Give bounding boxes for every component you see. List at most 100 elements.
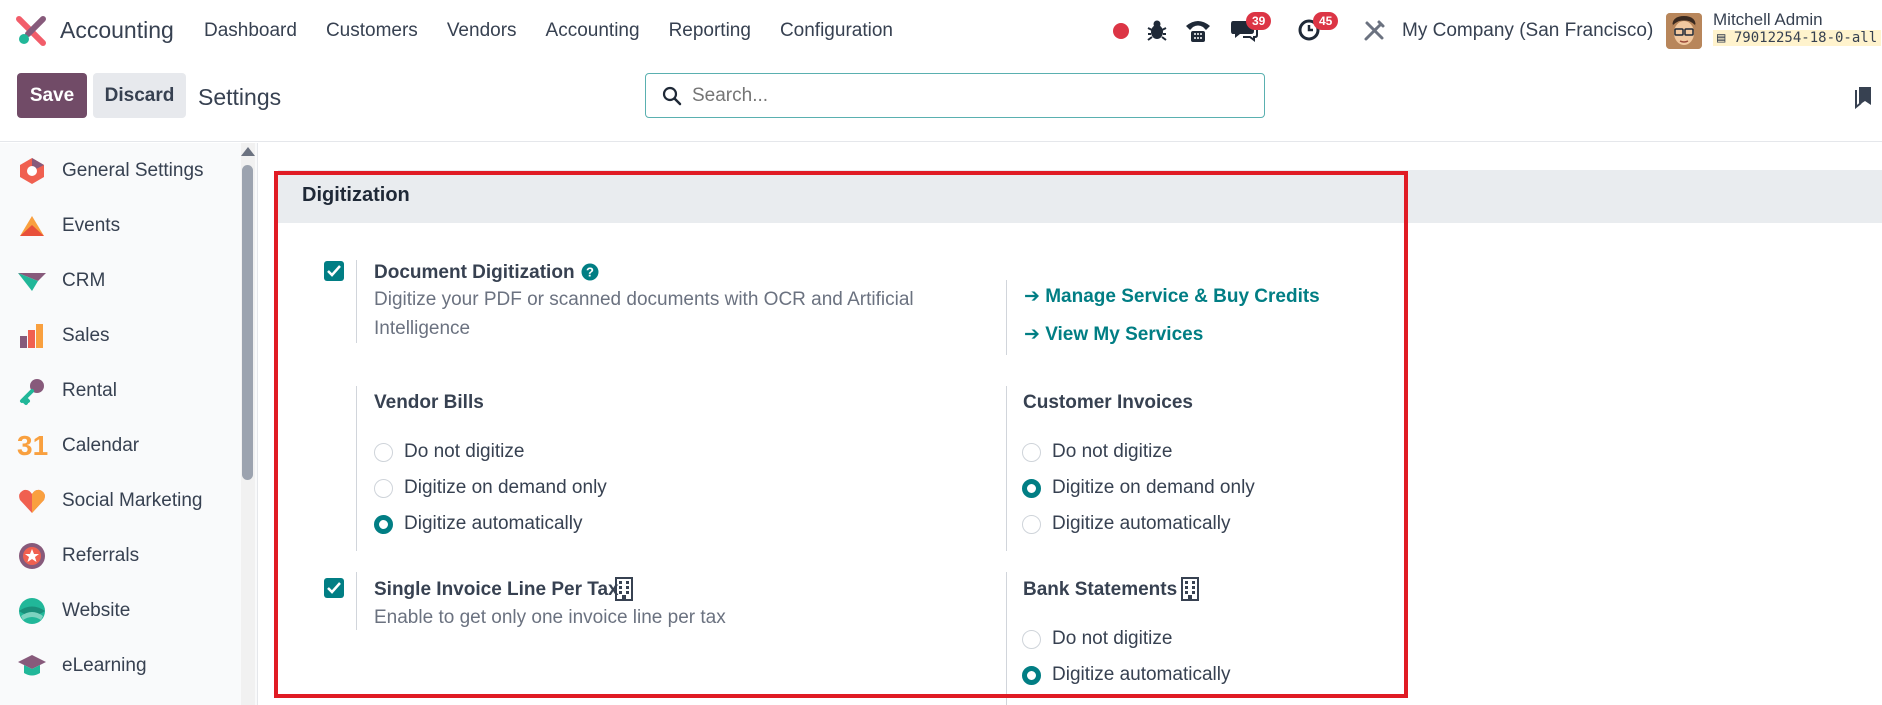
sidebar-item-social-marketing[interactable]: Social Marketing bbox=[0, 481, 240, 521]
radio-button[interactable] bbox=[1022, 514, 1041, 534]
scrollbar-thumb[interactable] bbox=[242, 165, 253, 480]
sidebar-item-elearning[interactable]: eLearning bbox=[0, 646, 240, 686]
events-icon bbox=[20, 216, 44, 236]
sidebar-label: Calendar bbox=[62, 435, 140, 456]
bank-statements-option[interactable]: Digitize automatically bbox=[1022, 662, 1230, 688]
recording-icon[interactable] bbox=[1112, 22, 1130, 40]
sidebar-item-referrals[interactable]: Referrals bbox=[0, 536, 240, 576]
sidebar-label: Referrals bbox=[62, 545, 140, 566]
menu-vendors[interactable]: Vendors bbox=[447, 20, 517, 42]
discard-button[interactable]: Discard bbox=[93, 73, 186, 118]
sidebar-item-calendar[interactable]: 31 Calendar bbox=[0, 426, 240, 466]
sidebar-item-crm[interactable]: CRM bbox=[0, 261, 240, 301]
radio-button-selected[interactable] bbox=[374, 514, 393, 534]
menu-customers[interactable]: Customers bbox=[326, 20, 418, 42]
document-digitization-checkbox[interactable] bbox=[324, 261, 344, 281]
manage-service-label: Manage Service & Buy Credits bbox=[1045, 286, 1320, 307]
search-input[interactable] bbox=[692, 84, 1232, 107]
menu-accounting[interactable]: Accounting bbox=[546, 20, 640, 42]
radio-label: Do not digitize bbox=[404, 441, 525, 462]
calendar-icon: 31 bbox=[17, 430, 49, 461]
control-panel: Save Discard Settings bbox=[0, 62, 1882, 142]
radio-label: Digitize on demand only bbox=[1052, 477, 1255, 498]
document-digitization-description: Digitize your PDF or scanned documents w… bbox=[374, 289, 914, 339]
radio-label: Do not digitize bbox=[1052, 628, 1173, 649]
sidebar-item-general-settings[interactable]: General Settings bbox=[0, 151, 240, 191]
section-title: Digitization bbox=[302, 184, 410, 206]
bank-statements-title: Bank Statements bbox=[1023, 579, 1178, 600]
scroll-up-arrow-icon[interactable] bbox=[241, 147, 255, 156]
view-services-label: View My Services bbox=[1045, 324, 1204, 345]
divider bbox=[356, 260, 357, 343]
app-name[interactable]: Accounting bbox=[60, 17, 174, 44]
divider bbox=[1006, 280, 1007, 355]
tools-icon[interactable] bbox=[1362, 19, 1386, 43]
divider bbox=[356, 386, 357, 551]
radio-label: Do not digitize bbox=[1052, 441, 1173, 462]
divider bbox=[356, 572, 357, 630]
main-menu: Dashboard Customers Vendors Accounting R… bbox=[204, 20, 922, 42]
checkmark-icon bbox=[327, 265, 341, 277]
database-name: ▤ 79012254-18-0-all bbox=[1713, 30, 1882, 46]
checkmark-icon bbox=[327, 582, 341, 594]
debug-bug-icon[interactable] bbox=[1146, 18, 1168, 42]
company-switcher[interactable]: My Company (San Francisco) bbox=[1402, 20, 1653, 42]
messages-button[interactable]: 39 bbox=[1230, 12, 1272, 44]
radio-label: Digitize automatically bbox=[1052, 664, 1231, 685]
search-icon bbox=[662, 86, 682, 105]
radio-button-selected[interactable] bbox=[1022, 478, 1041, 498]
vendor-bills-option[interactable]: Digitize automatically bbox=[374, 511, 582, 537]
accounting-app-icon[interactable] bbox=[16, 16, 46, 46]
activities-badge: 45 bbox=[1313, 12, 1339, 30]
user-name[interactable]: Mitchell Admin bbox=[1713, 10, 1823, 30]
radio-button[interactable] bbox=[374, 442, 393, 462]
help-icon[interactable]: ? bbox=[581, 263, 599, 281]
save-button[interactable]: Save bbox=[17, 73, 87, 118]
sidebar-item-sales[interactable]: Sales bbox=[0, 316, 240, 356]
elearning-icon bbox=[18, 655, 46, 676]
rental-icon bbox=[20, 379, 44, 405]
website-icon bbox=[19, 598, 45, 624]
vendor-bills-option[interactable]: Do not digitize bbox=[374, 439, 524, 465]
menu-configuration[interactable]: Configuration bbox=[780, 20, 893, 42]
vendor-bills-option[interactable]: Digitize on demand only bbox=[374, 475, 607, 501]
radio-label: Digitize on demand only bbox=[404, 477, 607, 498]
customer-invoices-option[interactable]: Digitize on demand only bbox=[1022, 475, 1255, 501]
company-building-icon bbox=[1181, 577, 1199, 601]
company-building-icon bbox=[615, 577, 633, 601]
customer-invoices-option[interactable]: Do not digitize bbox=[1022, 439, 1172, 465]
single-invoice-line-description: Enable to get only one invoice line per … bbox=[374, 607, 726, 628]
radio-label: Digitize automatically bbox=[1052, 513, 1231, 534]
sidebar-item-rental[interactable]: Rental bbox=[0, 371, 240, 411]
sidebar-label: Sales bbox=[62, 325, 110, 346]
radio-button-selected[interactable] bbox=[1022, 665, 1041, 685]
phone-icon[interactable] bbox=[1184, 18, 1212, 44]
user-avatar[interactable] bbox=[1666, 13, 1702, 49]
search-box[interactable] bbox=[645, 73, 1265, 118]
sidebar-item-website[interactable]: Website bbox=[0, 591, 240, 631]
view-services-link[interactable]: ➔ View My Services bbox=[1024, 323, 1203, 346]
sidebar-label: Rental bbox=[62, 380, 117, 401]
top-navbar: Accounting Dashboard Customers Vendors A… bbox=[0, 0, 1882, 62]
radio-button[interactable] bbox=[374, 478, 393, 498]
database-icon: ▤ bbox=[1717, 30, 1734, 46]
bookmark-icon[interactable] bbox=[1854, 85, 1874, 109]
crm-icon bbox=[18, 273, 46, 291]
section-header bbox=[278, 170, 1882, 223]
customer-invoices-title: Customer Invoices bbox=[1023, 392, 1193, 413]
manage-service-link[interactable]: ➔ Manage Service & Buy Credits bbox=[1024, 285, 1320, 308]
bank-statements-option[interactable]: Do not digitize bbox=[1022, 626, 1172, 652]
customer-invoices-option[interactable]: Digitize automatically bbox=[1022, 511, 1230, 537]
svg-text:?: ? bbox=[586, 265, 594, 280]
document-digitization-title: Document Digitization bbox=[374, 262, 575, 283]
arrow-right-icon: ➔ bbox=[1024, 324, 1040, 345]
radio-button[interactable] bbox=[1022, 442, 1041, 462]
menu-reporting[interactable]: Reporting bbox=[669, 20, 751, 42]
messages-badge: 39 bbox=[1246, 12, 1272, 30]
sidebar-item-events[interactable]: Events bbox=[0, 206, 240, 246]
menu-dashboard[interactable]: Dashboard bbox=[204, 20, 297, 42]
radio-button[interactable] bbox=[1022, 629, 1041, 649]
single-invoice-line-checkbox[interactable] bbox=[324, 578, 344, 598]
activities-button[interactable]: 45 bbox=[1297, 12, 1339, 44]
sidebar-label: General Settings bbox=[62, 160, 204, 181]
